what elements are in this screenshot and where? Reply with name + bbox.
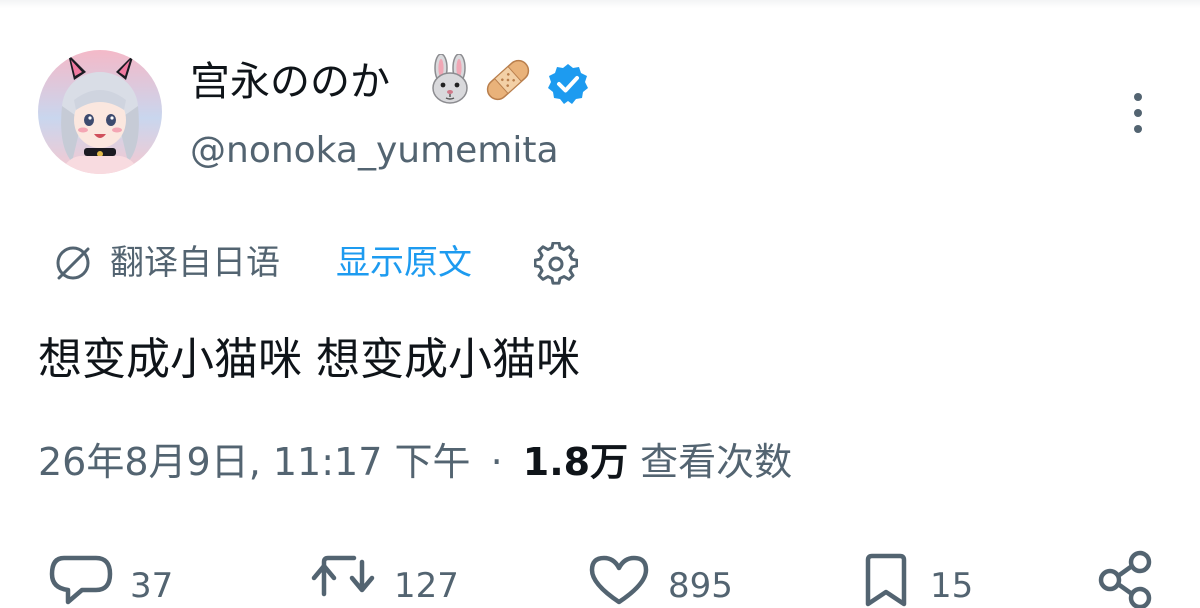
tweet-meta: 26年8月9日, 11:17 下午 · 1.8万 查看次数 [38, 434, 792, 490]
like-count: 895 [668, 566, 733, 606]
bookmark-icon [865, 553, 907, 607]
verified-badge-icon[interactable] [546, 62, 590, 106]
gear-icon[interactable] [534, 242, 578, 286]
like-button[interactable]: 895 [584, 548, 733, 606]
more-options-icon[interactable] [1128, 92, 1148, 134]
user-handle[interactable]: @nonoka_yumemita [190, 128, 559, 174]
translated-from-label: 翻译自日语 [110, 243, 280, 283]
retweet-count: 127 [394, 566, 459, 606]
top-divider [0, 0, 1200, 8]
avatar[interactable] [38, 50, 162, 174]
bookmark-button[interactable]: 15 [856, 548, 973, 607]
retweet-icon [311, 555, 375, 597]
share-button[interactable] [1094, 548, 1158, 608]
reply-count: 37 [130, 566, 174, 606]
globe-translate-icon [56, 246, 90, 280]
reply-button[interactable]: 37 [46, 548, 173, 606]
reply-icon [49, 555, 113, 605]
rabbit-face-emoji-icon [432, 54, 468, 104]
meta-separator: · [490, 440, 503, 484]
tweet-text: 想变成小猫咪 想变成小猫咪 [38, 334, 580, 385]
retweet-button[interactable]: 127 [306, 548, 459, 606]
heart-icon [589, 555, 649, 605]
display-name[interactable]: 宫永ののか [190, 56, 390, 108]
views-label: 查看次数 [640, 440, 793, 484]
show-original-link[interactable]: 显示原文 [336, 240, 472, 286]
tweet-timestamp[interactable]: 26年8月9日, 11:17 下午 [38, 440, 470, 484]
share-icon [1098, 550, 1152, 608]
adhesive-bandage-emoji-icon [486, 59, 530, 101]
views-count: 1.8万 [522, 440, 629, 484]
bookmark-count: 15 [930, 566, 974, 606]
